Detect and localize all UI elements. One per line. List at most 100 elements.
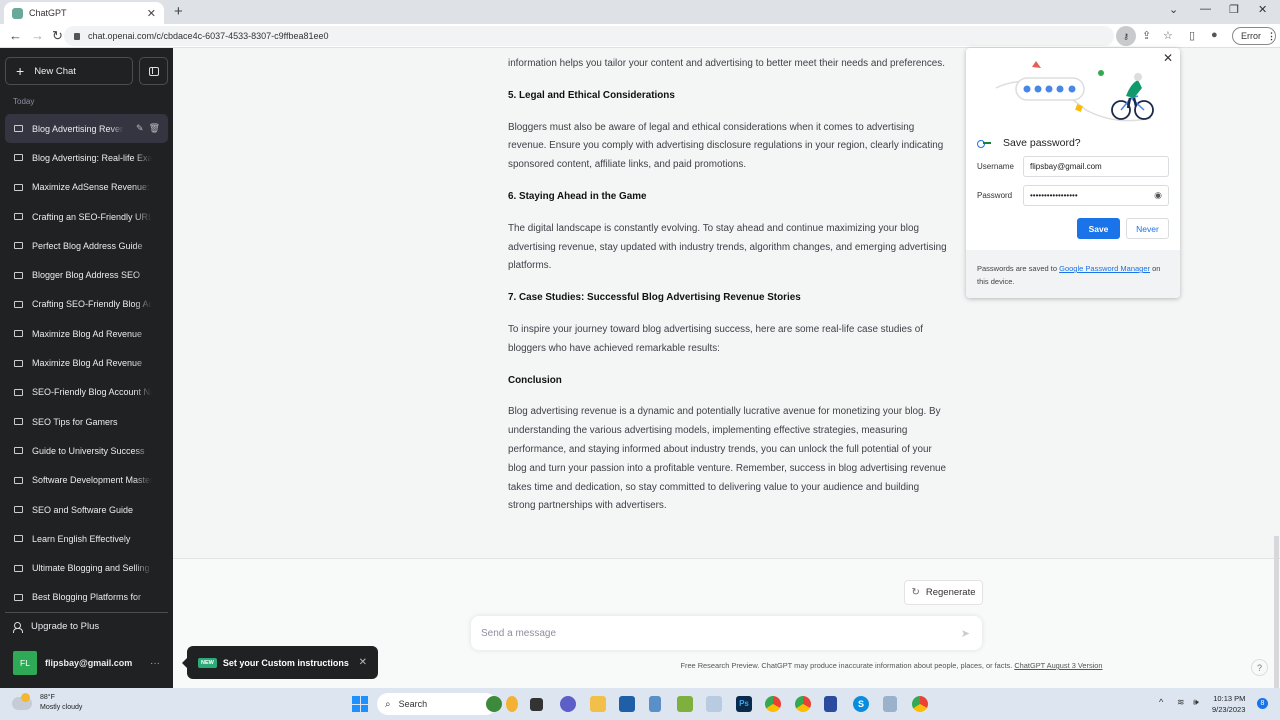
message-input[interactable]: Send a message ➤	[471, 616, 982, 650]
send-icon[interactable]: ➤	[961, 627, 970, 640]
volume-icon[interactable]: 🕪	[1193, 697, 1199, 708]
notepad-icon[interactable]	[677, 696, 693, 712]
chrome-icon[interactable]	[912, 696, 928, 712]
profile-error-button[interactable]: Error ⋮	[1232, 27, 1276, 45]
menu-dots-icon: ⋮	[1267, 30, 1276, 41]
chat-history-item[interactable]: SEO-Friendly Blog Account Name	[5, 378, 168, 407]
chat-history-item[interactable]: Best Blogging Platforms for	[5, 583, 168, 612]
python-icon[interactable]	[649, 696, 661, 712]
taskbar-search[interactable]: ⌕ Search	[377, 693, 497, 715]
password-manager-link[interactable]: Google Password Manager	[1059, 264, 1150, 273]
never-button[interactable]: Never	[1126, 218, 1169, 239]
photoshop-icon[interactable]: Ps	[736, 696, 752, 712]
close-tab-icon[interactable]: ✕	[147, 7, 156, 20]
chat-bubble-icon	[14, 183, 23, 191]
widgets-icon[interactable]	[486, 696, 502, 712]
save-password-button[interactable]: Save	[1077, 218, 1120, 239]
address-bar[interactable]: chat.openai.com/c/cbdace4c-6037-4533-830…	[64, 26, 1114, 46]
toggle-sidebar-button[interactable]	[139, 57, 168, 85]
paragraph: information helps you tailor your conten…	[508, 58, 945, 69]
start-button[interactable]	[352, 696, 368, 712]
chat-history-item[interactable]: Perfect Blog Address Guide	[5, 231, 168, 260]
password-field[interactable]: ••••••••••••••••• ◉	[1023, 185, 1169, 206]
scrollbar[interactable]	[1274, 536, 1279, 688]
weather-desc: Mostly cloudy	[40, 704, 83, 711]
skype-icon[interactable]: S	[853, 696, 869, 712]
help-button[interactable]: ?	[1251, 659, 1268, 676]
username-field[interactable]: flipsbay@gmail.com	[1023, 156, 1169, 177]
password-key-icon[interactable]: ⚷	[1116, 26, 1136, 46]
footer-prefix: Passwords are saved to	[977, 264, 1060, 273]
chat-history-item[interactable]: Maximize AdSense Revenue:	[5, 173, 168, 202]
chat-history-item[interactable]: Blog Advertising: Real-life Examples	[5, 143, 168, 172]
chat-bubble-icon	[14, 564, 23, 572]
regenerate-button[interactable]: ↻ Regenerate	[904, 580, 983, 605]
remote-desktop-icon[interactable]	[883, 696, 897, 712]
chat-history-item[interactable]: Crafting SEO-Friendly Blog Address	[5, 290, 168, 319]
profile-icon[interactable]: ●	[1211, 29, 1218, 41]
more-options-icon[interactable]: ···	[150, 658, 160, 669]
share-icon[interactable]: ⇪	[1142, 29, 1151, 42]
password-illustration	[995, 61, 1154, 122]
new-chat-label: New Chat	[34, 65, 76, 77]
performance-monitor-icon[interactable]	[706, 696, 722, 712]
side-panel-icon[interactable]: ▯	[1189, 29, 1195, 42]
custom-instructions-tooltip[interactable]: NEW Set your Custom instructions ✕	[182, 646, 378, 679]
chat-actions: ✎ 🗑	[136, 123, 160, 134]
section-heading: 6. Staying Ahead in the Game	[508, 190, 647, 202]
chat-history-item[interactable]: Software Development Mastery	[5, 466, 168, 495]
file-explorer-icon[interactable]	[590, 696, 606, 712]
system-clock[interactable]: 10:13 PM 9/23/2023	[1212, 693, 1245, 715]
new-tab-button[interactable]: +	[174, 3, 183, 20]
version-link[interactable]: ChatGPT August 3 Version	[1014, 661, 1102, 670]
chat-history-item[interactable]: Maximize Blog Ad Revenue	[5, 348, 168, 377]
edit-pencil-icon[interactable]: ✎	[136, 123, 144, 133]
show-hidden-icons[interactable]: ^	[1159, 697, 1163, 707]
wifi-icon[interactable]: ≋	[1177, 697, 1185, 708]
store-icon[interactable]	[619, 696, 635, 712]
back-button[interactable]: ←	[9, 28, 22, 43]
task-view-icon[interactable]	[530, 698, 543, 711]
chat-history-item[interactable]: Blog Advertising Revenue ✎ 🗑	[5, 114, 168, 144]
chat-bubble-icon	[14, 125, 23, 133]
clock-time: 10:13 PM	[1213, 694, 1246, 703]
chat-history-item[interactable]: Guide to University Success	[5, 436, 168, 465]
app-shortcut-icon[interactable]	[824, 696, 837, 712]
chat-bubble-icon	[14, 447, 23, 455]
close-tooltip-icon[interactable]: ✕	[359, 657, 367, 668]
delete-trash-icon[interactable]: 🗑	[149, 123, 160, 133]
chat-history-item[interactable]: SEO Tips for Gamers	[5, 407, 168, 436]
chat-history-item[interactable]: Maximize Blog Ad Revenue	[5, 319, 168, 348]
tab-search-icon[interactable]: ⌄	[1169, 3, 1178, 16]
chat-history-item[interactable]: Ultimate Blogging and Selling	[5, 553, 168, 582]
user-menu-button[interactable]: FL flipsbay@gmail.com ···	[13, 651, 168, 675]
chrome-profile-l-icon[interactable]	[765, 696, 781, 712]
notification-badge[interactable]: 8	[1257, 698, 1268, 709]
minimize-button[interactable]: —	[1200, 3, 1211, 15]
chat-history-item[interactable]: Crafting an SEO-Friendly URL	[5, 202, 168, 231]
close-window-button[interactable]: ✕	[1258, 3, 1267, 16]
reload-button[interactable]: ↻	[52, 28, 63, 44]
paragraph: Blog advertising revenue is a dynamic an…	[508, 406, 947, 512]
teams-chat-icon[interactable]	[560, 696, 576, 712]
dialog-title-text: Save password?	[1003, 137, 1081, 149]
restore-button[interactable]: ❐	[1229, 3, 1239, 16]
chat-history-item[interactable]: Learn English Effectively	[5, 524, 168, 553]
message-placeholder: Send a message	[481, 627, 557, 639]
upgrade-button[interactable]: Upgrade to Plus	[13, 621, 99, 633]
paragraph: The digital landscape is constantly evol…	[508, 222, 947, 272]
new-chat-button[interactable]: + New Chat	[5, 57, 133, 85]
dialog-title: Save password?	[977, 137, 1081, 149]
password-label: Password	[977, 191, 1013, 200]
close-dialog-icon[interactable]: ✕	[1163, 51, 1173, 65]
forward-button[interactable]: →	[31, 28, 44, 43]
bookmark-star-icon[interactable]: ☆	[1163, 29, 1173, 42]
chrome-profile-s-icon[interactable]	[795, 696, 811, 712]
chat-history-item[interactable]: SEO and Software Guide	[5, 495, 168, 524]
show-password-eye-icon[interactable]: ◉	[1154, 190, 1162, 201]
browser-tab[interactable]: ChatGPT ✕	[4, 2, 164, 24]
chat-title: SEO and Software Guide	[32, 504, 134, 515]
chat-bubble-icon	[14, 506, 23, 513]
weather-widget[interactable]: 88°F Mostly cloudy	[12, 692, 83, 713]
chat-history-item[interactable]: Blogger Blog Address SEO	[5, 260, 168, 289]
